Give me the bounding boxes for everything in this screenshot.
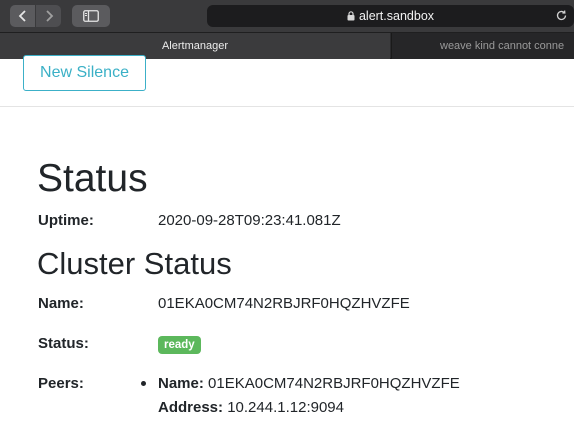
peer-name-line: Name: 01EKA0CM74N2RBJRF0HQZHVZFE [158,375,460,392]
chevron-right-icon [45,10,53,22]
cluster-name-value: 01EKA0CM74N2RBJRF0HQZHVZFE [158,295,410,312]
sidebar-toggle-button[interactable] [72,5,110,27]
peer-address-label: Address: [158,399,224,416]
reload-icon[interactable] [555,9,568,22]
peer-bullet [141,381,146,386]
url-text: alert.sandbox [358,9,435,23]
tab-weave-kind[interactable]: weave kind cannot conne [391,33,574,59]
peers-label: Peers: [38,375,84,392]
peer-address-line: Address: 10.244.1.12:9094 [158,399,344,416]
browser-toolbar: alert.sandbox [0,0,574,32]
sidebar-icon [83,10,99,22]
cluster-status-heading: Cluster Status [37,246,232,281]
status-heading: Status [37,157,148,200]
cluster-status-label: Status: [38,335,89,352]
status-badge: ready [158,336,201,354]
peer-address-value: 10.244.1.12:9094 [227,399,344,416]
uptime-value: 2020-09-28T09:23:41.081Z [158,212,341,229]
page-content: New Silence Status Uptime: 2020-09-28T09… [0,55,574,443]
chevron-left-icon [18,10,26,22]
forward-button[interactable] [36,5,61,27]
new-silence-button[interactable]: New Silence [23,55,146,91]
address-bar[interactable]: alert.sandbox [207,5,574,27]
top-bar: New Silence [0,55,574,107]
peer-name-value: 01EKA0CM74N2RBJRF0HQZHVZFE [208,375,460,392]
uptime-label: Uptime: [38,212,94,229]
cluster-name-label: Name: [38,295,84,312]
back-button[interactable] [10,5,35,27]
lock-icon [347,11,355,21]
peer-name-label: Name: [158,375,204,392]
